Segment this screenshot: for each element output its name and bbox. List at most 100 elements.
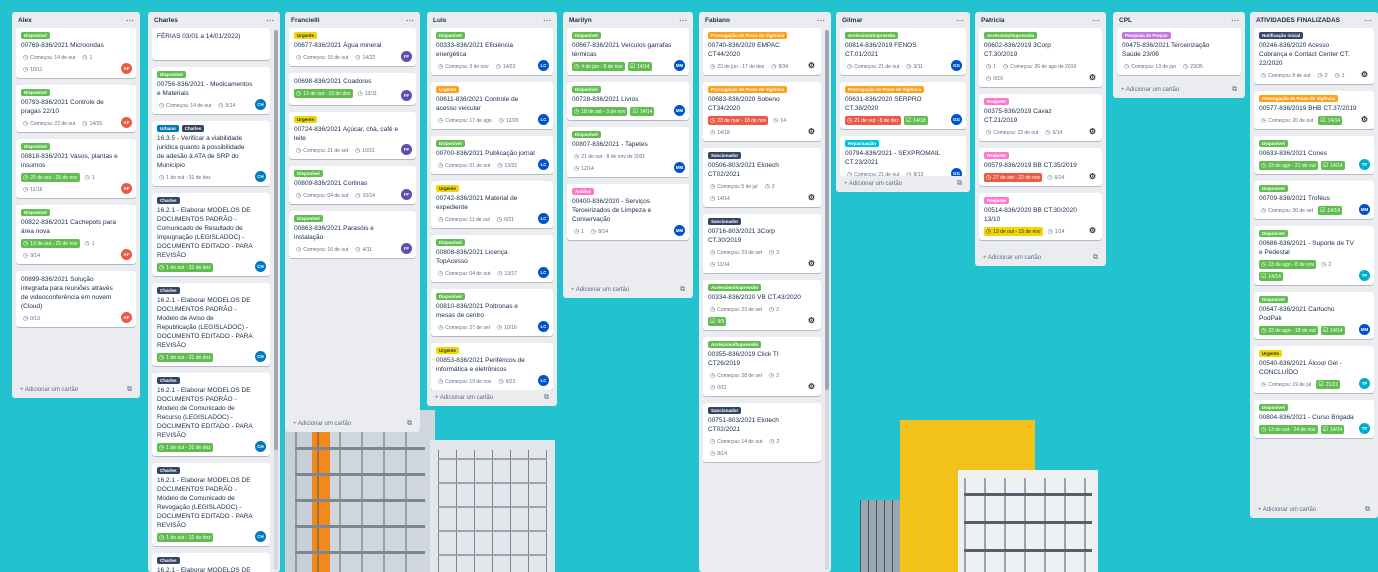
member-avatar[interactable]: GG <box>951 168 962 176</box>
member-avatar[interactable]: FF <box>401 51 412 62</box>
list-header[interactable]: ATIVIDADES FINALIZADAS ⋯ <box>1250 12 1378 28</box>
list-header[interactable]: Patricia ⋯ <box>975 12 1106 28</box>
task-card[interactable]: Análise 00400-836/2020 - Serviços Terceir… <box>567 184 689 240</box>
member-avatar[interactable]: GG <box>951 60 962 71</box>
task-card[interactable]: Prorrogação de Prazo de Vigência 00740-83… <box>703 28 821 75</box>
task-card[interactable]: 00698-836/2021 Coadores ◷ 13 de out - 15 d… <box>289 73 416 105</box>
task-card[interactable]: Sancionador 00751-803/2021 Elotech CT02/2… <box>703 403 821 462</box>
member-avatar[interactable]: CH <box>255 531 266 542</box>
task-card[interactable]: Disponível 00333-836/2021 Eficiência ener… <box>431 28 553 75</box>
card-label[interactable]: Charles <box>181 125 205 132</box>
task-card[interactable]: Disponível 00686-836/2021 - Suporte de TV… <box>1254 226 1374 285</box>
member-avatar[interactable]: ⚙ <box>1087 171 1098 182</box>
member-avatar[interactable]: ⚙ <box>1087 126 1098 137</box>
card-label[interactable]: Urgente <box>1259 350 1283 357</box>
member-avatar[interactable]: MM <box>1359 324 1370 335</box>
card-label[interactable]: Acréscimo/Supressão <box>984 32 1038 39</box>
card-label[interactable]: Urgente <box>294 32 318 39</box>
card-label[interactable]: Urgente <box>436 185 460 192</box>
member-avatar[interactable]: FF <box>401 144 412 155</box>
card-label[interactable]: Disponível <box>1259 404 1288 411</box>
task-card[interactable]: Disponível 00647-836/2021 Cartucho PodPak… <box>1254 292 1374 339</box>
more-icon[interactable]: ⋯ <box>679 16 687 25</box>
more-icon[interactable]: ⋯ <box>1364 16 1372 25</box>
task-card[interactable]: Disponível 00809-836/2021 Cortinas ◷ Começo… <box>289 166 416 204</box>
card-label[interactable]: Charles <box>157 377 180 384</box>
card-label[interactable]: Reajuste <box>984 98 1009 105</box>
task-card[interactable]: Disponível 00728-836/2021 Livros ◷ 18 de se… <box>567 82 689 120</box>
card-label[interactable]: Charles <box>157 197 180 204</box>
card-label[interactable]: Disponível <box>294 215 323 222</box>
task-card[interactable]: Disponível 00633-836/2021 Cones ◷ 23 de ago… <box>1254 136 1374 174</box>
add-card-button[interactable]: + Adicionar um cartão ⧉ <box>563 282 693 298</box>
more-icon[interactable]: ⋯ <box>817 16 825 25</box>
member-avatar[interactable]: LC <box>538 375 549 386</box>
task-card[interactable]: Urgente 00724-836/2021 Açúcar, chá, café … <box>289 112 416 159</box>
add-card-button[interactable]: + Adicionar um cartão ⧉ <box>285 416 420 432</box>
task-card[interactable]: Charles 16.2.1 - Elaborar MODELOS DE DOCU… <box>152 193 270 276</box>
list-header[interactable]: CPL ⋯ <box>1113 12 1245 28</box>
list-title[interactable]: Francielli <box>291 17 320 24</box>
list-header[interactable]: Francielli ⋯ <box>285 12 420 28</box>
member-avatar[interactable]: CH <box>255 441 266 452</box>
card-template-icon[interactable]: ⧉ <box>544 394 549 402</box>
card-label[interactable]: Disponível <box>1259 140 1288 147</box>
member-avatar[interactable]: CH <box>255 351 266 362</box>
card-template-icon[interactable]: ⧉ <box>407 420 412 428</box>
card-label[interactable]: Disponível <box>21 209 50 216</box>
card-label[interactable]: Disponível <box>21 143 50 150</box>
list-header[interactable]: Charles ⋯ <box>148 12 280 28</box>
card-template-icon[interactable]: ⧉ <box>1365 506 1370 514</box>
member-avatar[interactable]: MM <box>674 225 685 236</box>
member-avatar[interactable]: LC <box>538 213 549 224</box>
task-card[interactable]: Notificação inicial 00246-836/2020 Acesso… <box>1254 28 1374 84</box>
list-title[interactable]: Gilmar <box>842 17 863 24</box>
member-avatar[interactable]: ⚙ <box>1087 225 1098 236</box>
list-title[interactable]: CPL <box>1119 17 1132 24</box>
task-card[interactable]: Urgente 00540-836/2021 Álcool Gel - CONCL… <box>1254 346 1374 393</box>
member-avatar[interactable]: ⚙ <box>806 315 817 326</box>
member-avatar[interactable]: LC <box>538 267 549 278</box>
card-label[interactable]: Reajuste <box>984 197 1009 204</box>
card-label[interactable]: Disponível <box>1259 185 1288 192</box>
task-card[interactable]: Disponível 00807-836/2021 - Tapetes ◷ 21 de… <box>567 127 689 177</box>
card-label[interactable]: Disponível <box>157 71 186 78</box>
card-label[interactable]: Acréscimo/Supressão <box>845 32 899 39</box>
task-card[interactable]: Disponível 00804-836/2021 - Curso Brigada… <box>1254 400 1374 438</box>
task-card[interactable]: Charles 16.2.1 - Elaborar MODELOS DE DOCU… <box>152 553 270 572</box>
card-label[interactable]: Repactuação <box>845 140 880 147</box>
list-header[interactable]: Fabiano ⋯ <box>699 12 831 28</box>
card-label[interactable]: Sancionador <box>708 218 742 225</box>
card-label[interactable]: Prorrogação de Prazo de Vigência <box>845 86 924 93</box>
task-card[interactable]: Disponível 00700-836/2021 Publicação jorn… <box>431 136 553 174</box>
member-avatar[interactable]: FF <box>401 90 412 101</box>
card-label[interactable]: Disponível <box>436 293 465 300</box>
task-card[interactable]: Urbano Charles 16.3.5 - Verificar a viabil… <box>152 121 270 186</box>
task-card[interactable]: Prorrogação de Prazo de Vigência 00683-83… <box>703 82 821 141</box>
task-card[interactable]: Prorrogação de Prazo de Vigência 00577-83… <box>1254 91 1374 129</box>
card-label[interactable]: Sancionador <box>708 407 742 414</box>
list-title[interactable]: Charles <box>154 17 178 24</box>
task-card[interactable]: Urgente 00611-836/2021 Controle de acesso… <box>431 82 553 129</box>
member-avatar[interactable]: ⚙ <box>1359 114 1370 125</box>
card-label[interactable]: Acréscimo/Supressão <box>708 284 762 291</box>
task-card[interactable]: Disponível 00810-836/2021 Poltronas e mes… <box>431 289 553 336</box>
member-avatar[interactable]: CH <box>255 171 266 182</box>
list-title[interactable]: Patricia <box>981 17 1005 24</box>
card-label[interactable]: Disponível <box>21 32 50 39</box>
task-card[interactable]: FÉRIAS 03/01 a 14/01/2022) <box>152 28 270 60</box>
card-label[interactable]: Disponível <box>572 32 601 39</box>
task-card[interactable]: Sancionador 00506-803/2021 Elotech CT02/2… <box>703 148 821 207</box>
task-card[interactable]: Charles 16.2.1 - Elaborar MODELOS DE DOCU… <box>152 463 270 546</box>
card-label[interactable]: Disponível <box>436 239 465 246</box>
list-title[interactable]: Marilyn <box>569 17 592 24</box>
add-card-button[interactable]: + Adicionar um cartão ⧉ <box>975 250 1106 266</box>
more-icon[interactable]: ⋯ <box>956 16 964 25</box>
add-card-button[interactable]: + Adicionar um cartão ⧉ <box>1113 82 1245 98</box>
card-label[interactable]: Urbano <box>157 125 179 132</box>
task-card[interactable]: Reajuste 00579-836/2019 BB CT.35/2019 ◷ 27 … <box>979 148 1102 186</box>
task-card[interactable]: Charles 16.2.1 - Elaborar MODELOS DE DOCU… <box>152 283 270 366</box>
card-template-icon[interactable]: ⧉ <box>127 386 132 394</box>
task-card[interactable]: Disponível 00793-836/2021 Controle de pra… <box>16 85 136 132</box>
card-label[interactable]: Urgente <box>436 86 460 93</box>
